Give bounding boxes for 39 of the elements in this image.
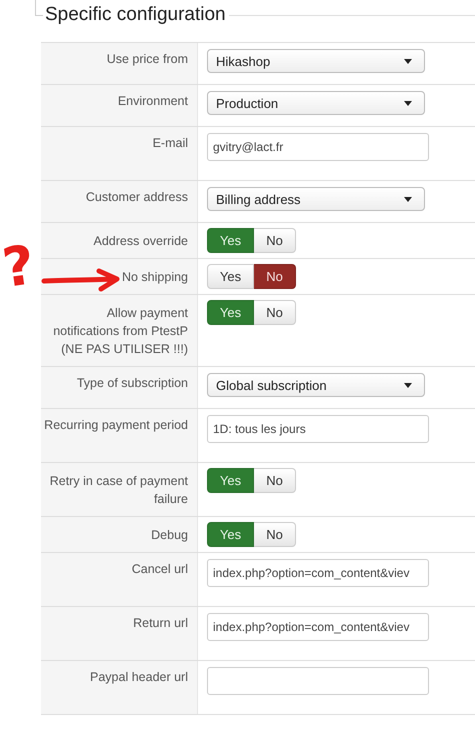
field-label: Debug bbox=[151, 527, 188, 544]
text-field[interactable]: gvitry@lact.fr bbox=[207, 133, 429, 161]
field-label: Address override bbox=[94, 233, 188, 250]
field-label: Recurring payment period bbox=[44, 417, 188, 434]
question-mark: ? bbox=[0, 235, 38, 299]
field-label: Cancel url bbox=[132, 561, 188, 578]
toggle-option[interactable]: No bbox=[254, 264, 296, 289]
dropdown[interactable]: Global subscription bbox=[207, 373, 425, 397]
field-label: Type of subscription bbox=[76, 375, 188, 392]
toggle-option[interactable]: Yes bbox=[207, 228, 254, 253]
field-label: Customer address bbox=[86, 189, 188, 206]
section-title: Specific configuration bbox=[44, 4, 227, 26]
toggle-option[interactable]: No bbox=[254, 228, 296, 253]
field-label: Retry in case of payment failure bbox=[48, 473, 188, 508]
toggle-option[interactable]: No bbox=[254, 300, 296, 325]
field-label: Allow payment notifications from PtestP (NE PAS UTILISER !!!) bbox=[52, 305, 188, 358]
caret-icon bbox=[404, 382, 412, 388]
caret-icon bbox=[404, 196, 412, 202]
text-field[interactable]: index.php?option=com_content&viev bbox=[207, 613, 429, 641]
toggle-option[interactable]: Yes bbox=[207, 468, 254, 493]
caret-icon bbox=[404, 100, 412, 106]
text-field[interactable] bbox=[207, 667, 429, 695]
dropdown[interactable]: Hikashop bbox=[207, 49, 425, 73]
text-field[interactable]: 1D: tous les jours bbox=[207, 415, 429, 443]
field-label: Use price from bbox=[106, 51, 188, 68]
toggle-option[interactable]: No bbox=[254, 468, 296, 493]
toggle-option[interactable]: No bbox=[254, 522, 296, 547]
field-label: No shipping bbox=[122, 269, 188, 286]
caret-icon bbox=[404, 58, 412, 64]
text-field[interactable]: index.php?option=com_content&viev bbox=[207, 559, 429, 587]
field-label: E-mail bbox=[152, 135, 188, 152]
dropdown[interactable]: Billing address bbox=[207, 187, 425, 211]
field-label: Paypal header url bbox=[90, 669, 188, 686]
field-label: Return url bbox=[133, 615, 188, 632]
toggle-option[interactable]: Yes bbox=[207, 300, 254, 325]
dropdown[interactable]: Production bbox=[207, 91, 425, 115]
field-label: Environment bbox=[118, 93, 188, 110]
toggle-option[interactable]: Yes bbox=[207, 522, 254, 547]
toggle-option[interactable]: Yes bbox=[207, 264, 254, 289]
